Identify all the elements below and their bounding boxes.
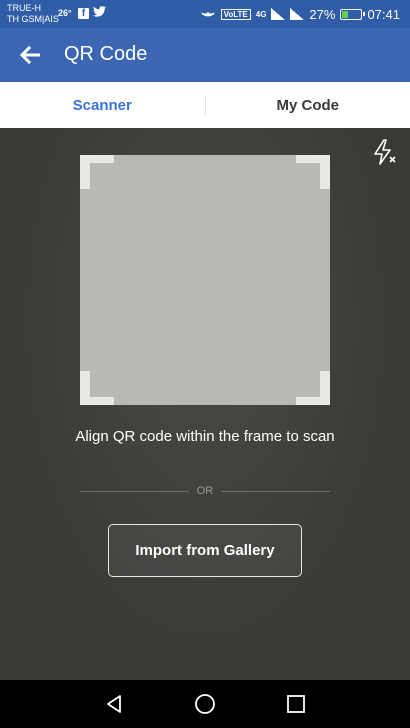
carrier-line-2: TH GSM|AIS [7, 14, 59, 24]
frame-corner-top-right [296, 155, 330, 189]
system-nav-bar [0, 680, 410, 728]
app-bar: QR Code [0, 28, 410, 82]
import-from-gallery-button[interactable]: Import from Gallery [108, 524, 302, 577]
nav-recent-apps-button[interactable] [284, 692, 308, 716]
nav-back-button[interactable] [102, 692, 126, 716]
camera-view: Align QR code within the frame to scan O… [0, 128, 410, 680]
hotspot-icon [200, 6, 216, 23]
scan-frame [80, 155, 330, 405]
facebook-icon: f [78, 8, 89, 19]
carrier-info: TRUE-H TH GSM|AIS [7, 3, 59, 25]
carrier-line-1: TRUE-H [7, 3, 41, 13]
clock: 07:41 [367, 6, 400, 22]
temperature: 26° [58, 8, 72, 18]
flash-off-icon [374, 139, 396, 165]
page-title: QR Code [64, 43, 148, 65]
tab-my-code[interactable]: My Code [206, 82, 410, 128]
frame-corner-bottom-right [296, 371, 330, 405]
battery-percent: 27% [309, 6, 336, 22]
or-label: OR [196, 485, 214, 497]
square-recents-icon [287, 695, 305, 713]
status-icons: VoLTE 4G 27% 07:41 [200, 6, 400, 22]
or-line-left [80, 490, 189, 492]
tab-bar: Scanner My Code [0, 82, 410, 128]
frame-corner-top-left [80, 155, 114, 189]
tab-scanner[interactable]: Scanner [0, 82, 205, 128]
back-button[interactable] [14, 40, 46, 70]
arrow-left-icon [20, 46, 40, 64]
circle-home-icon [195, 694, 215, 714]
status-bar: TRUE-H TH GSM|AIS 26° f VoLTE 4G 27% 07:… [0, 0, 410, 28]
scan-hint: Align QR code within the frame to scan [75, 428, 335, 445]
nav-home-button[interactable] [193, 692, 217, 716]
volte-badge: VoLTE [220, 8, 251, 20]
signal-icon-2 [290, 8, 305, 20]
or-line-right [221, 490, 330, 492]
frame-corner-bottom-left [80, 371, 114, 405]
triangle-back-icon [107, 695, 121, 713]
or-divider: OR [80, 484, 330, 498]
signal-icon [271, 8, 286, 20]
flash-toggle-button[interactable] [370, 138, 400, 168]
battery-icon [340, 8, 366, 20]
network-type: 4G [255, 9, 267, 19]
twitter-icon [93, 6, 106, 20]
